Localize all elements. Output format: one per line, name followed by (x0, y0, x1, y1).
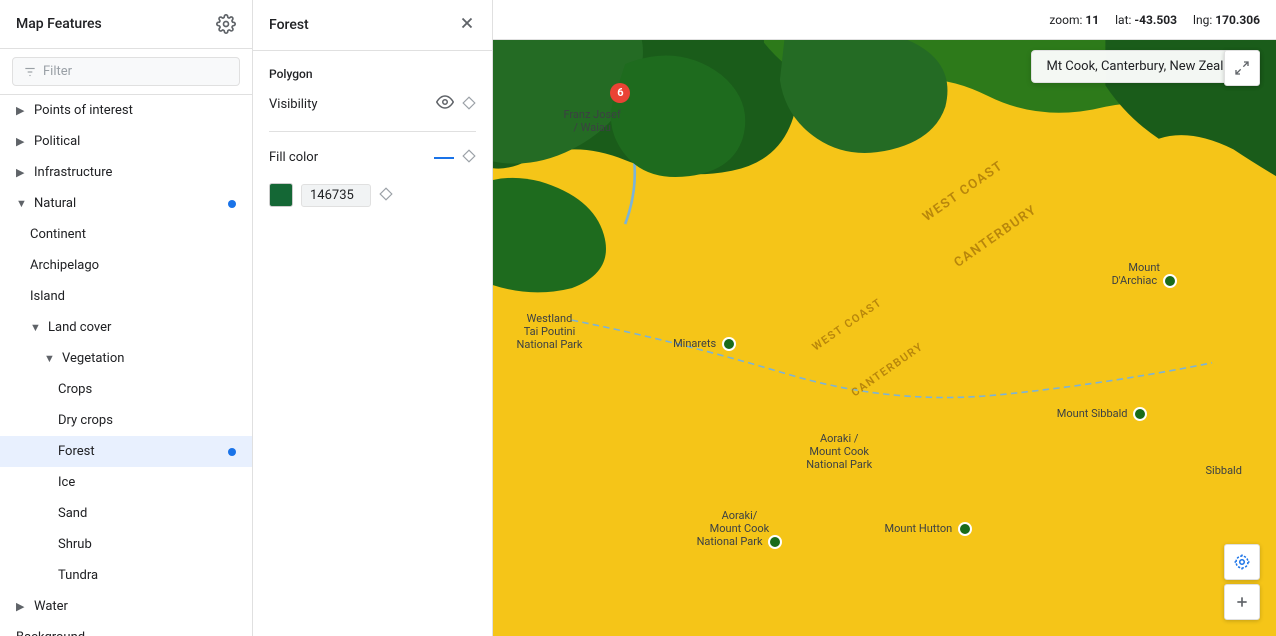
zoom-label: zoom: 11 (1049, 13, 1099, 27)
sidebar-item-infrastructure[interactable]: ▶ Infrastructure (0, 157, 252, 188)
lng-value: 170.306 (1215, 13, 1260, 27)
nav-list: ▶ Points of interest ▶ Political ▶ Infra… (0, 95, 252, 636)
sidebar-item-points-of-interest[interactable]: ▶ Points of interest (0, 95, 252, 126)
gear-button[interactable] (216, 14, 236, 34)
sidebar-item-label: Archipelago (30, 258, 99, 273)
location-button[interactable] (1224, 544, 1260, 580)
sidebar-item-archipelago[interactable]: Archipelago (0, 250, 252, 281)
sidebar-item-label: Island (30, 289, 65, 304)
sidebar-item-label: Land cover (48, 320, 111, 335)
fill-color-controls (434, 148, 476, 167)
map-area[interactable]: zoom: 11 lat: -43.503 lng: 170.306 WEST … (493, 0, 1276, 636)
sidebar-item-background[interactable]: Background (0, 622, 252, 636)
sidebar-item-natural[interactable]: ▼ Natural (0, 188, 252, 219)
sidebar-item-label: Points of interest (34, 103, 133, 118)
filter-label: Filter (43, 64, 72, 79)
diamond-icon[interactable] (462, 95, 476, 114)
visibility-row: Visibility (269, 93, 476, 115)
color-hex-value[interactable]: 146735 (301, 184, 371, 207)
sidebar-item-political[interactable]: ▶ Political (0, 126, 252, 157)
chevron-down-icon: ▼ (30, 321, 42, 334)
sidebar-item-sand[interactable]: Sand (0, 498, 252, 529)
sidebar-item-label: Shrub (58, 537, 92, 552)
fill-color-label: Fill color (269, 150, 434, 165)
sidebar-item-water[interactable]: ▶ Water (0, 591, 252, 622)
sidebar-item-ice[interactable]: Ice (0, 467, 252, 498)
filter-bar: Filter (0, 49, 252, 95)
left-panel: Map Features Filter ▶ Points of interest… (0, 0, 253, 636)
color-swatch[interactable] (269, 183, 293, 207)
lat-value: -43.503 (1134, 13, 1177, 27)
sidebar-item-label: Vegetation (62, 351, 124, 366)
active-dot (228, 448, 236, 456)
lat-label: lat: -43.503 (1115, 13, 1177, 27)
visibility-controls (436, 93, 476, 115)
panel-title: Map Features (16, 16, 102, 32)
polygon-label: Polygon (269, 67, 476, 81)
active-dot (228, 200, 236, 208)
visibility-label: Visibility (269, 97, 436, 112)
sidebar-item-label: Water (34, 599, 68, 614)
sidebar-item-forest[interactable]: Forest (0, 436, 252, 467)
sidebar-item-island[interactable]: Island (0, 281, 252, 312)
sidebar-item-continent[interactable]: Continent (0, 219, 252, 250)
filter-icon (23, 65, 37, 79)
eye-icon[interactable] (436, 93, 454, 115)
filter-container[interactable]: Filter (12, 57, 240, 86)
chevron-right-icon: ▶ (16, 166, 28, 179)
sidebar-item-vegetation[interactable]: ▼ Vegetation (0, 343, 252, 374)
sidebar-item-label: Forest (58, 444, 95, 459)
sidebar-item-label: Political (34, 134, 80, 149)
sidebar-item-label: Infrastructure (34, 165, 112, 180)
left-header: Map Features (0, 0, 252, 49)
sidebar-item-label: Dry crops (58, 413, 113, 428)
sidebar-item-label: Crops (58, 382, 92, 397)
minus-line (434, 157, 454, 159)
map-header: zoom: 11 lat: -43.503 lng: 170.306 (493, 0, 1276, 40)
forest-header: Forest (253, 0, 492, 51)
chevron-down-icon: ▼ (16, 197, 28, 210)
diamond-icon[interactable] (462, 148, 476, 167)
sidebar-item-label: Ice (58, 475, 75, 490)
fill-color-row: Fill color (269, 148, 476, 167)
sidebar-item-label: Sand (58, 506, 87, 521)
chevron-right-icon: ▶ (16, 104, 28, 117)
location-tooltip-text: Mt Cook, Canterbury, New Zealand (1046, 59, 1245, 74)
color-swatch-row: 146735 (269, 183, 476, 207)
forest-detail-panel: Forest Polygon Visibility (253, 0, 493, 636)
divider (269, 131, 476, 132)
zoom-value: 11 (1085, 13, 1099, 27)
sidebar-item-land-cover[interactable]: ▼ Land cover (0, 312, 252, 343)
close-button[interactable] (458, 14, 476, 36)
forest-content: Polygon Visibility (253, 51, 492, 223)
sidebar-item-label: Background (16, 630, 85, 636)
chevron-right-icon: ▶ (16, 600, 28, 613)
sidebar-item-shrub[interactable]: Shrub (0, 529, 252, 560)
chevron-down-icon: ▼ (44, 352, 56, 365)
zoom-in-button[interactable] (1224, 584, 1260, 620)
sidebar-item-label: Tundra (58, 568, 98, 583)
sidebar-item-label: Continent (30, 227, 86, 242)
forest-title: Forest (269, 17, 309, 33)
route-badge: 6 (610, 83, 630, 103)
sidebar-item-dry-crops[interactable]: Dry crops (0, 405, 252, 436)
fullscreen-button[interactable] (1224, 50, 1260, 86)
map-controls (1224, 544, 1260, 620)
sidebar-item-crops[interactable]: Crops (0, 374, 252, 405)
sidebar-item-label: Natural (34, 196, 76, 211)
sidebar-item-tundra[interactable]: Tundra (0, 560, 252, 591)
diamond-icon-color[interactable] (379, 186, 393, 205)
lng-label: lng: 170.306 (1193, 13, 1260, 27)
chevron-right-icon: ▶ (16, 135, 28, 148)
